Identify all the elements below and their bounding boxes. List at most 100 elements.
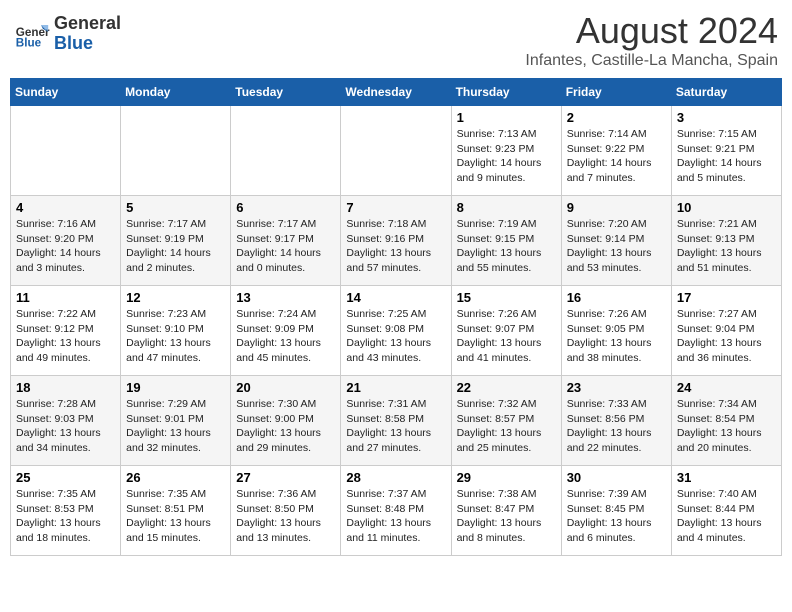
day-number: 20 bbox=[236, 380, 335, 395]
week-row-2: 4Sunrise: 7:16 AM Sunset: 9:20 PM Daylig… bbox=[11, 196, 782, 286]
column-header-friday: Friday bbox=[561, 79, 671, 106]
day-number: 27 bbox=[236, 470, 335, 485]
logo-icon: General Blue bbox=[14, 16, 50, 52]
day-info: Sunrise: 7:33 AM Sunset: 8:56 PM Dayligh… bbox=[567, 397, 666, 456]
day-info: Sunrise: 7:35 AM Sunset: 8:51 PM Dayligh… bbox=[126, 487, 225, 546]
day-info: Sunrise: 7:38 AM Sunset: 8:47 PM Dayligh… bbox=[457, 487, 556, 546]
day-info: Sunrise: 7:30 AM Sunset: 9:00 PM Dayligh… bbox=[236, 397, 335, 456]
day-info: Sunrise: 7:17 AM Sunset: 9:17 PM Dayligh… bbox=[236, 217, 335, 276]
subtitle: Infantes, Castille-La Mancha, Spain bbox=[525, 52, 778, 70]
day-info: Sunrise: 7:40 AM Sunset: 8:44 PM Dayligh… bbox=[677, 487, 776, 546]
day-info: Sunrise: 7:21 AM Sunset: 9:13 PM Dayligh… bbox=[677, 217, 776, 276]
day-info: Sunrise: 7:24 AM Sunset: 9:09 PM Dayligh… bbox=[236, 307, 335, 366]
day-cell: 31 Sunrise: 7:40 AM Sunset: 8:44 PM Dayli… bbox=[671, 466, 781, 556]
day-number: 9 bbox=[567, 200, 666, 215]
day-cell: 20 Sunrise: 7:30 AM Sunset: 9:00 PM Dayli… bbox=[231, 376, 341, 466]
day-number: 31 bbox=[677, 470, 776, 485]
day-number: 7 bbox=[346, 200, 445, 215]
day-info: Sunrise: 7:37 AM Sunset: 8:48 PM Dayligh… bbox=[346, 487, 445, 546]
day-cell: 25 Sunrise: 7:35 AM Sunset: 8:53 PM Dayli… bbox=[11, 466, 121, 556]
logo: General Blue General Blue bbox=[14, 14, 121, 54]
day-cell: 23 Sunrise: 7:33 AM Sunset: 8:56 PM Dayli… bbox=[561, 376, 671, 466]
day-info: Sunrise: 7:34 AM Sunset: 8:54 PM Dayligh… bbox=[677, 397, 776, 456]
day-cell bbox=[121, 106, 231, 196]
column-header-sunday: Sunday bbox=[11, 79, 121, 106]
day-cell: 30Sunrise: 7:39 AM Sunset: 8:45 PM Dayli… bbox=[561, 466, 671, 556]
column-header-tuesday: Tuesday bbox=[231, 79, 341, 106]
week-row-5: 25 Sunrise: 7:35 AM Sunset: 8:53 PM Dayli… bbox=[11, 466, 782, 556]
day-info: Sunrise: 7:26 AM Sunset: 9:05 PM Dayligh… bbox=[567, 307, 666, 366]
day-info: Sunrise: 7:19 AM Sunset: 9:15 PM Dayligh… bbox=[457, 217, 556, 276]
day-info: Sunrise: 7:15 AM Sunset: 9:21 PM Dayligh… bbox=[677, 127, 776, 186]
week-row-3: 11Sunrise: 7:22 AM Sunset: 9:12 PM Dayli… bbox=[11, 286, 782, 376]
day-info: Sunrise: 7:32 AM Sunset: 8:57 PM Dayligh… bbox=[457, 397, 556, 456]
day-number: 13 bbox=[236, 290, 335, 305]
day-cell: 12 Sunrise: 7:23 AM Sunset: 9:10 PM Dayli… bbox=[121, 286, 231, 376]
day-number: 16 bbox=[567, 290, 666, 305]
title-block: August 2024 Infantes, Castille-La Mancha… bbox=[525, 10, 778, 70]
day-number: 29 bbox=[457, 470, 556, 485]
day-cell: 21Sunrise: 7:31 AM Sunset: 8:58 PM Dayli… bbox=[341, 376, 451, 466]
day-info: Sunrise: 7:17 AM Sunset: 9:19 PM Dayligh… bbox=[126, 217, 225, 276]
day-number: 14 bbox=[346, 290, 445, 305]
day-info: Sunrise: 7:25 AM Sunset: 9:08 PM Dayligh… bbox=[346, 307, 445, 366]
day-number: 28 bbox=[346, 470, 445, 485]
day-cell: 24 Sunrise: 7:34 AM Sunset: 8:54 PM Dayli… bbox=[671, 376, 781, 466]
day-cell: 1Sunrise: 7:13 AM Sunset: 9:23 PM Daylig… bbox=[451, 106, 561, 196]
page-header: General Blue General Blue August 2024 In… bbox=[10, 10, 782, 70]
column-header-wednesday: Wednesday bbox=[341, 79, 451, 106]
column-header-monday: Monday bbox=[121, 79, 231, 106]
day-cell: 2 Sunrise: 7:14 AM Sunset: 9:22 PM Daylig… bbox=[561, 106, 671, 196]
day-cell: 17 Sunrise: 7:27 AM Sunset: 9:04 PM Dayli… bbox=[671, 286, 781, 376]
day-number: 12 bbox=[126, 290, 225, 305]
day-number: 3 bbox=[677, 110, 776, 125]
day-number: 10 bbox=[677, 200, 776, 215]
day-number: 8 bbox=[457, 200, 556, 215]
day-cell: 3 Sunrise: 7:15 AM Sunset: 9:21 PM Daylig… bbox=[671, 106, 781, 196]
calendar-header-row: SundayMondayTuesdayWednesdayThursdayFrid… bbox=[11, 79, 782, 106]
day-number: 21 bbox=[346, 380, 445, 395]
logo-general: General bbox=[54, 14, 121, 34]
day-info: Sunrise: 7:36 AM Sunset: 8:50 PM Dayligh… bbox=[236, 487, 335, 546]
day-number: 24 bbox=[677, 380, 776, 395]
day-cell: 26 Sunrise: 7:35 AM Sunset: 8:51 PM Dayli… bbox=[121, 466, 231, 556]
day-cell: 8 Sunrise: 7:19 AM Sunset: 9:15 PM Daylig… bbox=[451, 196, 561, 286]
day-cell: 16 Sunrise: 7:26 AM Sunset: 9:05 PM Dayli… bbox=[561, 286, 671, 376]
day-number: 23 bbox=[567, 380, 666, 395]
day-info: Sunrise: 7:26 AM Sunset: 9:07 PM Dayligh… bbox=[457, 307, 556, 366]
main-title: August 2024 bbox=[525, 10, 778, 52]
day-info: Sunrise: 7:29 AM Sunset: 9:01 PM Dayligh… bbox=[126, 397, 225, 456]
day-cell: 19 Sunrise: 7:29 AM Sunset: 9:01 PM Dayli… bbox=[121, 376, 231, 466]
day-cell: 13 Sunrise: 7:24 AM Sunset: 9:09 PM Dayli… bbox=[231, 286, 341, 376]
day-number: 26 bbox=[126, 470, 225, 485]
day-cell bbox=[11, 106, 121, 196]
day-number: 17 bbox=[677, 290, 776, 305]
day-number: 6 bbox=[236, 200, 335, 215]
day-number: 22 bbox=[457, 380, 556, 395]
day-number: 4 bbox=[16, 200, 115, 215]
day-cell: 15Sunrise: 7:26 AM Sunset: 9:07 PM Dayli… bbox=[451, 286, 561, 376]
day-info: Sunrise: 7:35 AM Sunset: 8:53 PM Dayligh… bbox=[16, 487, 115, 546]
day-cell: 4Sunrise: 7:16 AM Sunset: 9:20 PM Daylig… bbox=[11, 196, 121, 286]
day-number: 2 bbox=[567, 110, 666, 125]
day-number: 1 bbox=[457, 110, 556, 125]
calendar-table: SundayMondayTuesdayWednesdayThursdayFrid… bbox=[10, 78, 782, 556]
week-row-1: 1Sunrise: 7:13 AM Sunset: 9:23 PM Daylig… bbox=[11, 106, 782, 196]
week-row-4: 18Sunrise: 7:28 AM Sunset: 9:03 PM Dayli… bbox=[11, 376, 782, 466]
logo-text: General Blue bbox=[54, 14, 121, 54]
day-cell: 27 Sunrise: 7:36 AM Sunset: 8:50 PM Dayli… bbox=[231, 466, 341, 556]
day-cell: 29 Sunrise: 7:38 AM Sunset: 8:47 PM Dayli… bbox=[451, 466, 561, 556]
day-number: 25 bbox=[16, 470, 115, 485]
day-cell: 14 Sunrise: 7:25 AM Sunset: 9:08 PM Dayli… bbox=[341, 286, 451, 376]
day-info: Sunrise: 7:27 AM Sunset: 9:04 PM Dayligh… bbox=[677, 307, 776, 366]
day-info: Sunrise: 7:14 AM Sunset: 9:22 PM Dayligh… bbox=[567, 127, 666, 186]
day-info: Sunrise: 7:22 AM Sunset: 9:12 PM Dayligh… bbox=[16, 307, 115, 366]
day-number: 5 bbox=[126, 200, 225, 215]
day-info: Sunrise: 7:18 AM Sunset: 9:16 PM Dayligh… bbox=[346, 217, 445, 276]
day-number: 19 bbox=[126, 380, 225, 395]
day-cell: 6 Sunrise: 7:17 AM Sunset: 9:17 PM Daylig… bbox=[231, 196, 341, 286]
svg-text:Blue: Blue bbox=[16, 36, 42, 49]
day-cell: 7 Sunrise: 7:18 AM Sunset: 9:16 PM Daylig… bbox=[341, 196, 451, 286]
day-info: Sunrise: 7:23 AM Sunset: 9:10 PM Dayligh… bbox=[126, 307, 225, 366]
day-info: Sunrise: 7:39 AM Sunset: 8:45 PM Dayligh… bbox=[567, 487, 666, 546]
